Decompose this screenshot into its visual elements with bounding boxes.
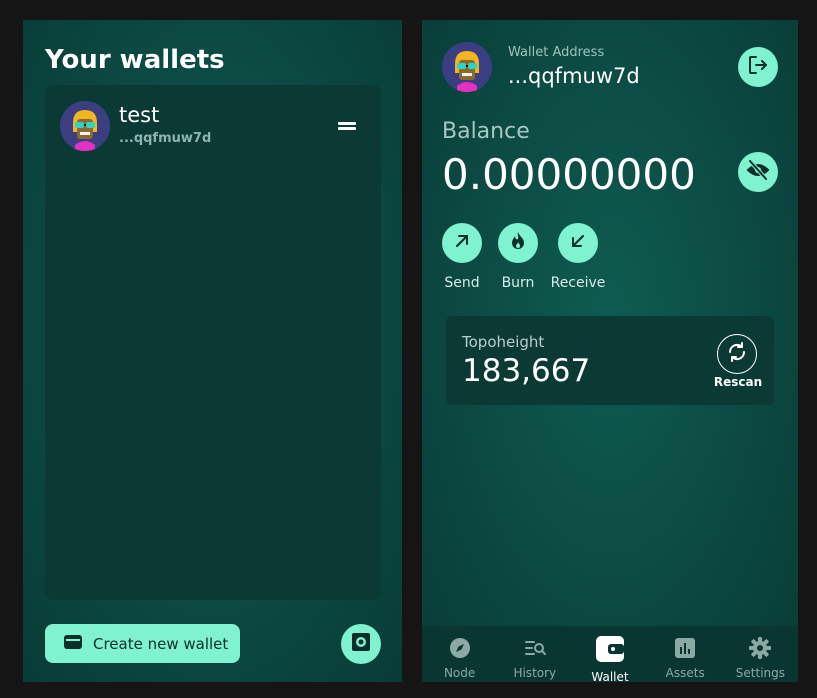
receive-action[interactable]: Receive xyxy=(546,223,610,291)
app-settings-button[interactable] xyxy=(341,624,381,664)
chart-icon xyxy=(674,637,696,663)
wallet-name: test xyxy=(119,103,160,127)
nav-item-history[interactable]: History xyxy=(497,626,572,682)
flame-icon xyxy=(510,231,526,255)
logout-icon xyxy=(747,54,769,80)
nav-label: Node xyxy=(443,666,476,680)
create-wallet-label: Create new wallet xyxy=(93,634,229,653)
send-button[interactable] xyxy=(442,223,482,263)
wallet-panel: Wallet Address ...qqfmuw7d Balance 0.000… xyxy=(422,20,798,682)
burn-label: Burn xyxy=(501,275,535,291)
wallets-panel: Your wallets test ...qqfmuw7d Create new… xyxy=(23,20,402,682)
hide-balance-button[interactable] xyxy=(738,152,778,192)
logout-button[interactable] xyxy=(738,47,778,87)
wallet-address-value[interactable]: ...qqfmuw7d xyxy=(508,64,640,88)
wallet-icon xyxy=(595,635,625,667)
receive-label: Receive xyxy=(550,275,606,291)
wallet-avatar xyxy=(442,42,492,92)
balance-value: 0.00000000 xyxy=(442,150,696,199)
bottom-nav: Node History Wallet Assets Settings xyxy=(422,626,798,682)
send-action[interactable]: Send xyxy=(430,223,494,291)
burn-action[interactable]: Burn xyxy=(486,223,550,291)
nav-item-assets[interactable]: Assets xyxy=(648,626,723,682)
drag-handle-icon[interactable] xyxy=(338,121,356,131)
wallet-list: test ...qqfmuw7d xyxy=(45,85,381,600)
settings-icon xyxy=(351,632,371,656)
nav-label: History xyxy=(513,666,557,680)
search-list-icon xyxy=(524,637,546,663)
burn-button[interactable] xyxy=(498,223,538,263)
wallet-icon xyxy=(63,633,83,655)
wallet-address-label: Wallet Address xyxy=(508,45,605,60)
balance-label: Balance xyxy=(442,119,530,144)
nav-item-wallet[interactable]: Wallet xyxy=(572,626,647,682)
rescan-button[interactable] xyxy=(717,334,757,374)
arrow-down-left-icon xyxy=(569,232,587,254)
create-wallet-button[interactable]: Create new wallet xyxy=(45,624,240,663)
receive-button[interactable] xyxy=(558,223,598,263)
page-title: Your wallets xyxy=(45,45,225,75)
topoheight-label: Topoheight xyxy=(462,333,545,351)
rescan-label[interactable]: Rescan xyxy=(708,375,768,389)
eye-off-icon xyxy=(746,159,770,185)
nav-label: Assets xyxy=(665,666,705,680)
topoheight-card: Topoheight 183,667 Rescan xyxy=(446,316,774,405)
nav-label: Wallet xyxy=(591,670,629,682)
wallet-list-item[interactable]: test ...qqfmuw7d xyxy=(60,101,366,151)
gear-icon xyxy=(749,637,772,663)
topoheight-value: 183,667 xyxy=(462,353,591,389)
compass-icon xyxy=(449,637,471,663)
send-label: Send xyxy=(444,275,480,291)
avatar xyxy=(60,101,110,151)
nav-item-node[interactable]: Node xyxy=(422,626,497,682)
arrow-up-right-icon xyxy=(453,232,471,254)
wallet-address: ...qqfmuw7d xyxy=(119,131,212,146)
nav-label: Settings xyxy=(735,666,786,680)
nav-item-settings[interactable]: Settings xyxy=(723,626,798,682)
refresh-icon xyxy=(726,341,748,367)
